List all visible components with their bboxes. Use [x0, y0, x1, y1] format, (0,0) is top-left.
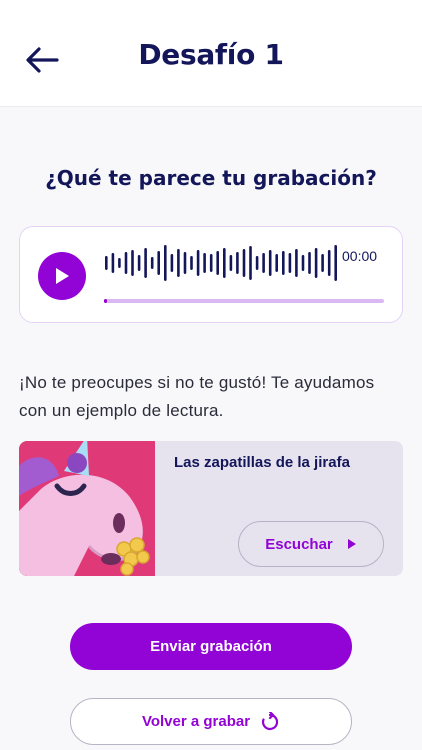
- waveform-bar: [249, 246, 252, 280]
- unicorn-illustration: [19, 441, 155, 576]
- listen-button[interactable]: Escuchar: [238, 521, 384, 567]
- top-bar: Desafío 1: [0, 0, 422, 107]
- waveform-bar: [105, 256, 108, 270]
- play-icon: [347, 539, 356, 549]
- waveform-bar: [314, 248, 318, 278]
- waveform-bar: [229, 255, 233, 271]
- progress-fill: [104, 299, 107, 303]
- waveform-bar: [124, 252, 128, 274]
- record-again-label: Volver a grabar: [141, 713, 251, 730]
- waveform-bar: [334, 245, 337, 281]
- waveform-bar: [262, 253, 265, 273]
- recording-time: 00:00: [342, 248, 378, 264]
- play-button[interactable]: [38, 252, 86, 300]
- waveform-bar: [137, 255, 141, 271]
- waveform-bar: [144, 248, 147, 278]
- waveform-bar: [242, 249, 246, 277]
- waveform-bar: [111, 253, 115, 273]
- waveform-bar: [236, 252, 239, 274]
- send-recording-label: Enviar grabación: [150, 638, 272, 655]
- waveform-bar: [203, 253, 206, 273]
- waveform-bar: [209, 254, 213, 272]
- waveform-bar: [308, 252, 311, 274]
- waveform-bar: [327, 250, 331, 276]
- waveform-bar: [196, 250, 200, 276]
- play-icon: [56, 268, 69, 284]
- progress-bar[interactable]: [104, 299, 384, 303]
- waveform-bar: [190, 256, 193, 270]
- retry-icon: [262, 711, 279, 730]
- example-title: Las zapatillas de la jirafa: [174, 454, 350, 471]
- send-recording-button[interactable]: Enviar grabación: [70, 623, 352, 670]
- example-card: Las zapatillas de la jirafa Escuchar: [19, 441, 403, 576]
- record-again-button[interactable]: Volver a grabar: [70, 698, 352, 745]
- waveform-bar: [164, 245, 167, 281]
- recording-player: 00:00: [19, 226, 403, 323]
- waveform-bar: [301, 255, 305, 271]
- waveform-bar: [131, 250, 134, 276]
- listen-label: Escuchar: [265, 535, 333, 553]
- waveform-bar: [216, 251, 219, 275]
- waveform-bar: [150, 257, 154, 269]
- waveform-bar: [183, 252, 187, 274]
- waveform: [105, 245, 337, 281]
- waveform-bar: [255, 256, 259, 270]
- waveform-bar: [118, 258, 121, 268]
- waveform-bar: [268, 250, 272, 276]
- helper-text: ¡No te preocupes si no te gustó! Te ayud…: [19, 373, 375, 420]
- waveform-bar: [157, 251, 160, 275]
- waveform-bar: [170, 254, 174, 272]
- waveform-bar: [295, 249, 298, 277]
- waveform-bar: [288, 253, 292, 273]
- waveform-bar: [223, 248, 226, 278]
- waveform-bar: [282, 251, 285, 275]
- waveform-bar: [321, 254, 324, 272]
- question-heading: ¿Qué te parece tu grabación?: [45, 166, 377, 190]
- waveform-bar: [275, 254, 278, 272]
- waveform-bar: [177, 249, 180, 277]
- page-title: Desafío 1: [138, 38, 284, 71]
